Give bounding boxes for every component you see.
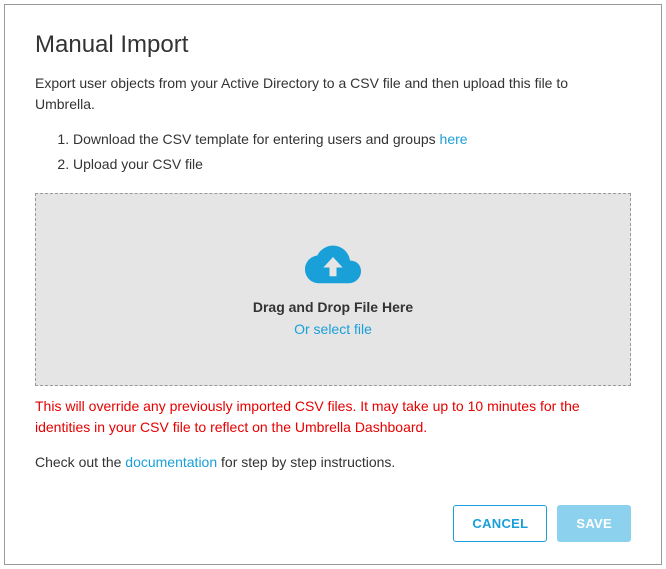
step-2: Upload your CSV file [73, 152, 631, 177]
step-1: Download the CSV template for entering u… [73, 127, 631, 152]
select-file-link[interactable]: Or select file [294, 321, 372, 337]
manual-import-modal: Manual Import Export user objects from y… [4, 4, 662, 565]
save-button[interactable]: SAVE [557, 505, 631, 542]
documentation-link[interactable]: documentation [125, 454, 217, 470]
cancel-button[interactable]: CANCEL [453, 505, 547, 542]
dropzone-title: Drag and Drop File Here [253, 299, 413, 315]
cloud-upload-icon [305, 243, 361, 285]
footer-prefix: Check out the [35, 454, 125, 470]
steps-list: Download the CSV template for entering u… [35, 127, 631, 177]
step-1-text: Download the CSV template for entering u… [73, 131, 440, 147]
modal-description: Export user objects from your Active Dir… [35, 73, 631, 115]
button-row: CANCEL SAVE [35, 505, 631, 542]
template-download-link[interactable]: here [440, 131, 468, 147]
warning-text: This will override any previously import… [35, 396, 631, 438]
footer-text: Check out the documentation for step by … [35, 452, 631, 473]
modal-title: Manual Import [35, 31, 631, 59]
footer-suffix: for step by step instructions. [217, 454, 395, 470]
file-dropzone[interactable]: Drag and Drop File Here Or select file [35, 193, 631, 386]
